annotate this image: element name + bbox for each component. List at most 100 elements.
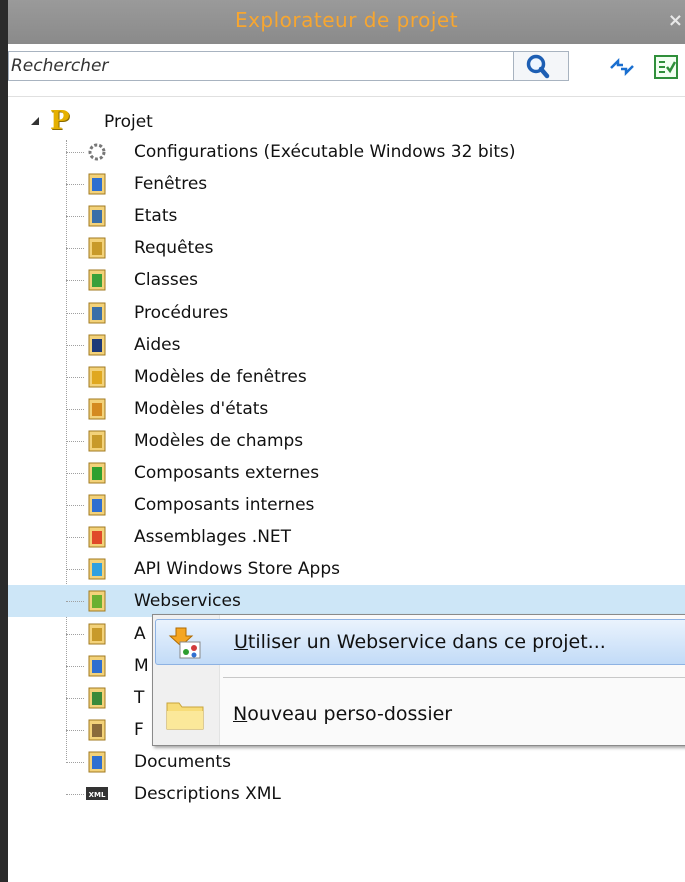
sync-icon[interactable] <box>608 56 636 78</box>
collapse-arrow-icon[interactable] <box>29 116 41 126</box>
tree-connector <box>66 633 84 635</box>
tree-item-documents[interactable]: Documents <box>8 746 685 778</box>
tree-item-mod-les-de-champs[interactable]: Modèles de champs <box>8 425 685 457</box>
procedures-icon <box>88 302 106 323</box>
tree-item-label: Composants externes <box>134 463 320 483</box>
xml-icon: XML <box>86 787 108 800</box>
webservices-icon <box>88 590 106 612</box>
tree-item-api-windows-store-apps[interactable]: API Windows Store Apps <box>8 553 685 585</box>
tree-item-mod-les-de-fen-tres[interactable]: Modèles de fenêtres <box>8 361 685 393</box>
tree-item-label: Procédures <box>134 302 229 323</box>
tree-connector <box>66 473 84 474</box>
tree-item-etats[interactable]: Etats <box>8 200 685 232</box>
close-icon[interactable]: × <box>668 10 683 31</box>
project-p-icon: P <box>50 106 70 136</box>
tree-item-assemblages-net[interactable]: Assemblages .NET <box>8 521 685 553</box>
tree-connector <box>66 440 84 442</box>
search-input[interactable] <box>8 51 513 81</box>
tree-item-proc-dures[interactable]: Procédures <box>8 297 685 329</box>
tree-connector <box>66 761 84 763</box>
tree-item-descriptions-xml[interactable]: XML Descriptions XML <box>8 778 685 810</box>
classes-icon <box>88 269 106 291</box>
import-webservice-icon <box>168 627 201 659</box>
menu-item-label: Utiliser un Webservice dans ce projet... <box>234 631 606 653</box>
tree-item-label: Assemblages .NET <box>134 527 292 548</box>
configuration-icon <box>88 143 106 161</box>
dotnet-assemblies-icon <box>88 526 106 548</box>
tree-connector <box>66 408 84 410</box>
tree-connector <box>66 665 84 667</box>
tree-item-label: Composants internes <box>134 495 315 516</box>
tree-connector <box>66 729 84 731</box>
checklist-icon[interactable] <box>653 54 679 80</box>
svg-text:XML: XML <box>89 791 106 799</box>
folder-icon <box>166 702 204 730</box>
search-button[interactable] <box>513 51 569 81</box>
tree-item-label: F <box>134 719 144 740</box>
expand-arrow-icon[interactable] <box>58 177 66 192</box>
menu-separator <box>223 677 685 678</box>
tree-connector <box>66 537 84 539</box>
tree-item-label: Descriptions XML <box>134 784 281 804</box>
tree-connector <box>66 697 84 699</box>
tree-connector <box>66 280 84 282</box>
tree-item-requ-tes[interactable]: Requêtes <box>8 232 685 264</box>
tree-connector <box>66 312 84 314</box>
tree-item-classes[interactable]: Classes <box>8 264 685 296</box>
tree-item-webservices[interactable]: Webservices <box>8 585 685 618</box>
tree-connector <box>66 152 84 153</box>
external-components-icon <box>88 462 106 484</box>
tree-item-label: Aides <box>134 334 181 355</box>
tree-connector <box>66 376 84 378</box>
tree-item-aides[interactable]: Aides <box>8 329 685 361</box>
partially-hidden-icon-4 <box>88 719 106 741</box>
tree-connector <box>66 794 84 795</box>
project-explorer-panel: Explorateur de projet × P <box>8 0 685 882</box>
partially-hidden-icon-1 <box>88 623 106 644</box>
tree-connector <box>66 601 84 603</box>
windows-icon <box>88 173 106 195</box>
context-menu: Utiliser un Webservice dans ce projet...… <box>152 614 685 746</box>
window-templates-icon <box>88 366 106 388</box>
tree-connector <box>66 248 84 250</box>
tree-item-label: T <box>134 687 145 708</box>
menu-item-use-webservice[interactable]: Utiliser un Webservice dans ce projet... <box>155 619 685 665</box>
expand-arrow-icon[interactable] <box>58 754 66 769</box>
title-bar[interactable]: Explorateur de projet × <box>8 0 685 44</box>
left-window-edge <box>0 0 8 882</box>
tree-item-label: Etats <box>134 206 178 227</box>
queries-icon <box>88 237 106 259</box>
tree-item-fen-tres[interactable]: Fenêtres <box>8 168 685 200</box>
partially-hidden-icon-2 <box>88 655 106 677</box>
help-icon <box>88 334 106 356</box>
tree-item-composants-externes[interactable]: Composants externes <box>8 457 685 489</box>
toolbar <box>8 44 685 88</box>
tree-item-configurations-ex-cutable-windows-32-bits[interactable]: Configurations (Exécutable Windows 32 bi… <box>8 136 685 168</box>
menu-item-label: Nouveau perso-dossier <box>233 703 453 725</box>
partially-hidden-icon-3 <box>88 687 106 709</box>
tree-item-label: Classes <box>134 270 199 291</box>
search-icon <box>526 54 550 79</box>
tree-item-label: Modèles de fenêtres <box>134 366 307 387</box>
tree-root-label: Projet <box>104 112 153 132</box>
documents-icon <box>88 751 106 773</box>
menu-item-new-folder[interactable]: Nouveau perso-dossier <box>155 689 685 739</box>
expand-arrow-icon[interactable] <box>58 145 66 159</box>
reports-icon <box>88 205 106 227</box>
tree-item-label: API Windows Store Apps <box>134 559 340 580</box>
tree-item-label: M <box>134 655 149 676</box>
control-templates-icon <box>88 430 106 452</box>
toolbar-divider <box>8 96 685 97</box>
tree-item-label: Requêtes <box>134 238 214 259</box>
report-templates-icon <box>88 398 106 420</box>
windows-store-api-icon <box>88 558 106 580</box>
tree-connector <box>66 184 84 186</box>
internal-components-icon <box>88 494 106 516</box>
tree-item-label: Fenêtres <box>134 174 208 195</box>
tree-connector <box>66 344 84 346</box>
tree-item-mod-les-d-tats[interactable]: Modèles d'états <box>8 393 685 425</box>
tree-item-label: Configurations (Exécutable Windows 32 bi… <box>134 142 516 162</box>
tree-item-label: Documents <box>134 751 231 772</box>
tree-connector <box>66 569 84 571</box>
tree-item-composants-internes[interactable]: Composants internes <box>8 489 685 521</box>
